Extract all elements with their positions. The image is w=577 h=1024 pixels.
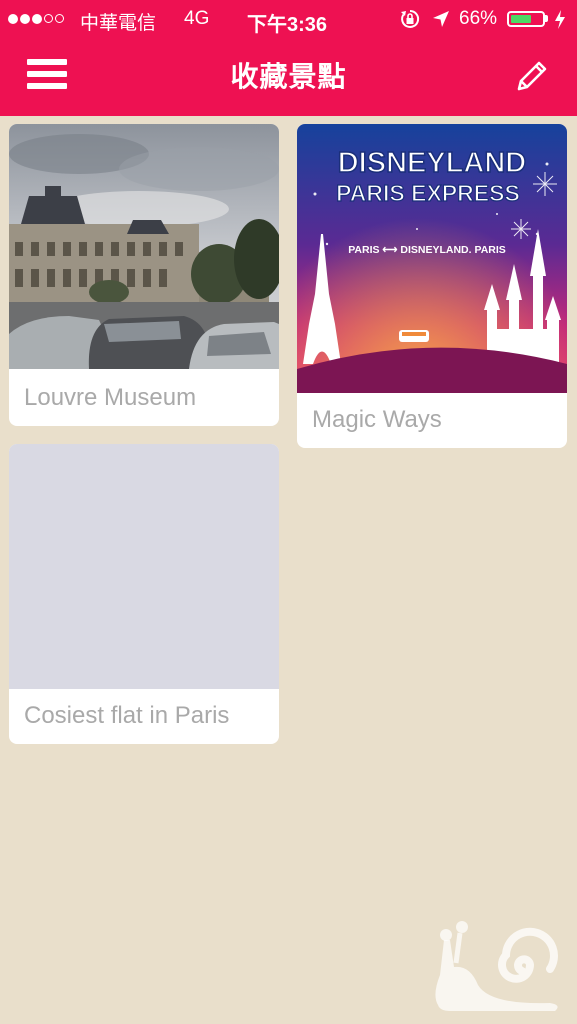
carrier-name: 中華電信	[80, 13, 157, 34]
snail-logo-icon	[435, 921, 558, 1011]
clock: 下午3:36	[247, 14, 328, 36]
card-title: Louvre Museum	[24, 384, 197, 411]
poster-route: PARIS ⟷ DISNEYLAND. PARIS	[348, 244, 506, 256]
card-cosiest-flat-in-paris[interactable]: Cosiest flat in Paris	[9, 444, 279, 744]
disneyland-paris-express-poster: DISNEYLAND PARIS EXPRESS PARIS ⟷ DISNEYL…	[297, 124, 567, 393]
image-placeholder	[9, 444, 279, 689]
battery-tip	[545, 15, 548, 22]
battery-level	[511, 15, 531, 23]
page-title: 收藏景點	[230, 61, 347, 92]
status-bar: 中華電信 4G 下午3:36 66%	[0, 0, 577, 38]
charging-bolt-icon	[555, 10, 565, 29]
poster-line-1: DISNEYLAND	[338, 147, 527, 179]
orientation-lock-icon	[401, 9, 420, 28]
hamburger-menu-icon[interactable]	[27, 59, 67, 93]
card-title: Magic Ways	[312, 406, 442, 433]
card-louvre-museum[interactable]: Louvre Museum	[9, 124, 279, 426]
louvre-museum-photo	[9, 124, 279, 369]
signal-strength-icon	[8, 8, 66, 30]
card-magic-ways[interactable]: DISNEYLAND PARIS EXPRESS PARIS ⟷ DISNEYL…	[297, 124, 567, 448]
card-title: Cosiest flat in Paris	[24, 702, 230, 729]
battery-percent: 66%	[459, 8, 498, 29]
nav-bar: 收藏景點	[0, 38, 577, 116]
battery-icon	[507, 11, 545, 27]
poster-line-2: PARIS EXPRESS	[336, 180, 520, 206]
network-type: 4G	[184, 8, 210, 29]
pencil-icon[interactable]	[512, 56, 552, 96]
location-arrow-icon	[433, 11, 449, 27]
